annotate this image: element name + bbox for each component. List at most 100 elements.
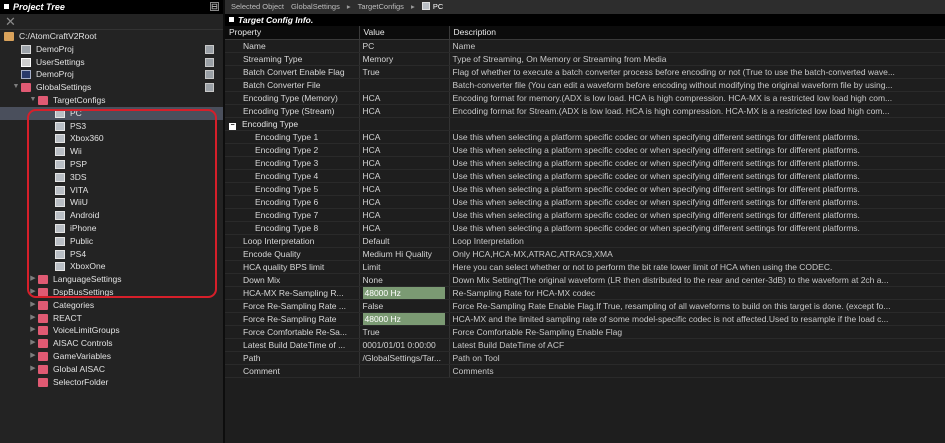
tree-item[interactable]: ▼ GlobalSettings (0, 81, 223, 94)
tree-item[interactable]: UserSettings (0, 56, 223, 69)
tree-item[interactable]: DemoProj (0, 43, 223, 56)
collapse-icon[interactable]: ⊟ (210, 2, 219, 11)
property-row[interactable]: Encoding Type (Memory) HCA Encoding format… (225, 91, 945, 105)
save-icon[interactable] (205, 83, 214, 93)
property-row[interactable]: Force Comfortable Re-Sa... True Force Comf… (225, 325, 945, 339)
tree-item[interactable]: 3DS (0, 171, 223, 184)
breadcrumb-current[interactable]: PC (433, 2, 443, 11)
property-value[interactable]: HCA (359, 169, 450, 183)
property-row[interactable]: Encoding Type 5 HCA Use this when selectin… (225, 182, 945, 196)
tree-item[interactable]: ▼ TargetConfigs (0, 94, 223, 107)
property-value[interactable]: HCA (359, 208, 450, 222)
tree-item[interactable]: ▶ Global AISAC (0, 363, 223, 376)
save-icon[interactable] (205, 57, 214, 67)
property-row[interactable]: Encoding Type 1 HCA Use this when selectin… (225, 130, 945, 144)
property-value[interactable] (359, 364, 450, 378)
property-row[interactable]: Batch Convert Enable Flag True Flag of whe… (225, 65, 945, 79)
column-header-property[interactable]: Property (225, 26, 360, 40)
property-row[interactable]: Encoding Type 2 HCA Use this when selectin… (225, 143, 945, 157)
property-row[interactable]: Down Mix None Down Mix Setting(The origina… (225, 273, 945, 287)
property-row[interactable]: Encoding Type 3 HCA Use this when selectin… (225, 156, 945, 170)
close-icon[interactable]: ✕ (5, 14, 16, 30)
collapse-arrow-icon[interactable]: ▶ (29, 363, 37, 376)
collapse-arrow-icon[interactable]: ▶ (29, 273, 37, 286)
property-value[interactable]: PC (359, 39, 450, 53)
property-value[interactable]: HCA (359, 104, 450, 118)
tree-item[interactable]: PC (0, 106, 223, 120)
property-value[interactable]: True (359, 325, 450, 339)
tree-item[interactable]: ▶ LanguageSettings (0, 273, 223, 286)
tree-item[interactable]: ▶ REACT (0, 312, 223, 325)
tree-item[interactable]: WiiU (0, 196, 223, 209)
property-value[interactable]: Memory (359, 52, 450, 66)
tree-item[interactable]: ▶ DspBusSettings (0, 286, 223, 299)
property-value[interactable]: Default (359, 234, 450, 248)
tree-item[interactable]: ▶ AISAC Controls (0, 337, 223, 350)
tree-item[interactable]: SelectorFolder (0, 376, 223, 389)
property-row[interactable]: Force Re-Sampling Rate 48000 Hz HCA-MX and… (225, 312, 945, 326)
tree-item[interactable]: Xbox360 (0, 132, 223, 145)
property-value[interactable]: Medium Hi Quality (359, 247, 450, 261)
tree-item[interactable]: Wii (0, 145, 223, 158)
tree-item[interactable]: PS3 (0, 120, 223, 133)
property-value[interactable]: HCA (359, 221, 450, 235)
tree-item[interactable]: Public (0, 235, 223, 248)
property-value[interactable]: /GlobalSettings/Tar... (359, 351, 450, 365)
collapse-arrow-icon[interactable]: ▶ (29, 324, 37, 337)
tree-item[interactable]: PS4 (0, 248, 223, 261)
expand-arrow-icon[interactable]: ▼ (29, 94, 37, 107)
tree-item[interactable]: VITA (0, 184, 223, 197)
property-row[interactable]: Encoding Type 8 HCA Use this when selectin… (225, 221, 945, 235)
breadcrumb-item-globalsettings[interactable]: GlobalSettings (291, 2, 340, 11)
property-row[interactable]: Comment Comments (225, 364, 945, 378)
collapse-group-icon[interactable]: − (229, 122, 236, 129)
collapse-arrow-icon[interactable]: ▶ (29, 299, 37, 312)
tree-item[interactable]: ▶ GameVariables (0, 350, 223, 363)
tree-item[interactable]: ▶ VoiceLimitGroups (0, 324, 223, 337)
property-value[interactable]: HCA (359, 182, 450, 196)
property-row[interactable]: HCA quality BPS limit Limit Here you can s… (225, 260, 945, 274)
property-value[interactable]: HCA (359, 195, 450, 209)
collapse-arrow-icon[interactable]: ▶ (29, 286, 37, 299)
collapse-arrow-icon[interactable]: ▶ (29, 312, 37, 325)
tree-item[interactable]: C:/AtomCraftV2Root (0, 30, 223, 43)
save-icon[interactable] (205, 44, 214, 54)
property-value[interactable]: 48000 Hz (359, 312, 450, 326)
property-row[interactable]: Encoding Type 7 HCA Use this when selectin… (225, 208, 945, 222)
expand-arrow-icon[interactable]: ▼ (12, 81, 20, 94)
property-value[interactable]: False (359, 299, 450, 313)
property-row[interactable]: Latest Build DateTime of ... 0001/01/01 0… (225, 338, 945, 352)
property-value[interactable]: HCA (359, 156, 450, 170)
tree-item[interactable]: XboxOne (0, 260, 223, 273)
collapse-arrow-icon[interactable]: ▶ (29, 337, 37, 350)
property-row[interactable]: Encoding Type (Stream) HCA Encoding format… (225, 104, 945, 118)
property-row[interactable]: Name PC Name (225, 39, 945, 53)
property-value[interactable]: 48000 Hz (359, 286, 450, 300)
property-value[interactable]: HCA (359, 143, 450, 157)
tree-item[interactable]: iPhone (0, 222, 223, 235)
property-value[interactable]: Limit (359, 260, 450, 274)
property-row[interactable]: Path/GlobalSettings/Tar... Path on Tool (225, 351, 945, 365)
property-row[interactable]: Batch Converter File Batch-converter file… (225, 78, 945, 92)
property-row[interactable]: Encoding Type 4 HCA Use this when selectin… (225, 169, 945, 183)
tree-item[interactable]: PSP (0, 158, 223, 171)
tree-item[interactable]: Android (0, 209, 223, 222)
property-row[interactable]: Force Re-Sampling Rate ... False Force Re-… (225, 299, 945, 313)
property-value[interactable]: 0001/01/01 0:00:00 (359, 338, 450, 352)
property-row[interactable]: Loop Interpretation Default Loop Interpret… (225, 234, 945, 248)
property-value[interactable]: HCA (359, 130, 450, 144)
property-value[interactable]: HCA (359, 91, 450, 105)
breadcrumb-item-targetconfigs[interactable]: TargetConfigs (358, 2, 404, 11)
property-row[interactable]: Streaming Type Memory Type of Streaming, O… (225, 52, 945, 66)
property-value[interactable] (359, 117, 450, 131)
property-row[interactable]: Encoding Type 6 HCA Use this when selectin… (225, 195, 945, 209)
save-icon[interactable] (205, 70, 214, 80)
column-header-value[interactable]: Value (359, 26, 450, 40)
collapse-arrow-icon[interactable]: ▶ (29, 350, 37, 363)
property-row[interactable]: − Encoding Type (225, 117, 945, 131)
column-header-description[interactable]: Description (449, 26, 945, 40)
property-row[interactable]: HCA-MX Re-Sampling R... 48000 Hz Re-Sampli… (225, 286, 945, 300)
tree-item[interactable]: ▶ Categories (0, 299, 223, 312)
property-value[interactable]: None (359, 273, 450, 287)
property-value[interactable]: True (359, 65, 450, 79)
